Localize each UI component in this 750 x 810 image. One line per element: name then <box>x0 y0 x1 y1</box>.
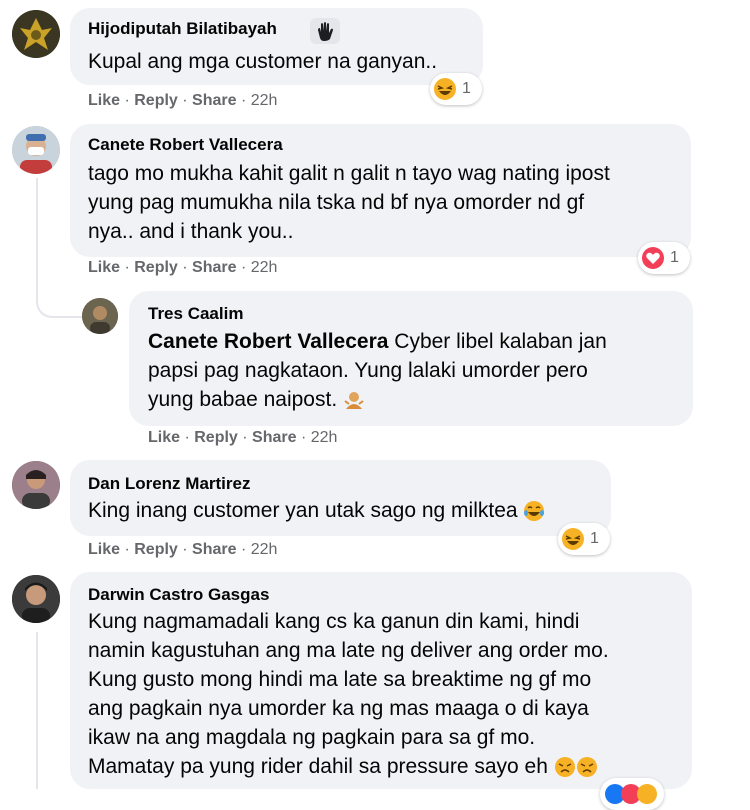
angry-emoji-icon <box>576 757 597 778</box>
reply-button[interactable]: Reply <box>134 259 178 276</box>
reaction-count: 1 <box>590 530 599 547</box>
comment-line: ang pagkain nya umorder ka ng mas maaga … <box>88 697 589 720</box>
avatar-person-icon <box>82 298 118 334</box>
comment-actions: Like · Reply · Share · 22h <box>148 429 338 446</box>
timestamp[interactable]: 22h <box>311 429 338 446</box>
avatar[interactable] <box>12 461 60 509</box>
avatar[interactable] <box>12 10 60 58</box>
like-button[interactable]: Like <box>88 92 120 109</box>
comment-line: yung babae naipost. <box>148 388 338 411</box>
comment-line: Kung gusto mong hindi ma late sa breakti… <box>88 668 592 691</box>
reaction-badge[interactable]: 1 <box>638 242 690 274</box>
comment-line: Kung nagmamadali kang cs ka ganun din ka… <box>88 610 580 633</box>
mention-link[interactable]: Canete Robert Vallecera <box>148 330 388 353</box>
laughing-emoji-icon <box>434 78 456 100</box>
comment-text: tago mo mukha kahit galit n galit n tayo… <box>88 159 610 246</box>
reply-button[interactable]: Reply <box>194 429 238 446</box>
comment-line: Mamatay pa yung rider dahil sa pressure … <box>88 755 548 778</box>
comment-author[interactable]: Darwin Castro Gasgas <box>88 585 269 605</box>
person-shrug-emoji-icon <box>344 392 364 410</box>
avatar[interactable] <box>12 126 60 174</box>
avatar[interactable] <box>12 575 60 623</box>
thread-line <box>36 178 38 296</box>
reply-button[interactable]: Reply <box>134 541 178 558</box>
share-button[interactable]: Share <box>192 259 236 276</box>
comment-line: King inang customer yan utak sago ng mil… <box>88 499 518 522</box>
share-button[interactable]: Share <box>252 429 296 446</box>
avatar-person-icon <box>12 126 60 174</box>
comment-actions: Like · Reply · Share · 22h <box>88 259 278 276</box>
comment-line: nya.. and i thank you.. <box>88 220 294 243</box>
comment-text: Canete Robert Vallecera Cyber libel kala… <box>148 327 607 414</box>
thread-curve <box>36 280 82 318</box>
reaction-count: 1 <box>670 249 679 266</box>
comment-author[interactable]: Hijodiputah Bilatibayah <box>88 19 277 39</box>
like-button[interactable]: Like <box>88 259 120 276</box>
avatar-person-icon <box>12 575 60 623</box>
comment-line: papsi pag nagkataon. Yung lalaki umorder… <box>148 359 588 382</box>
reaction-badge[interactable]: 1 <box>430 73 482 105</box>
like-button[interactable]: Like <box>88 541 120 558</box>
avatar-emblem-icon <box>12 10 60 58</box>
hand-badge-icon <box>310 18 340 44</box>
comment-line: tago mo mukha kahit galit n galit n tayo… <box>88 162 610 185</box>
laughing-emoji-icon <box>562 528 584 550</box>
reaction-stack-icon <box>605 784 657 804</box>
share-button[interactable]: Share <box>192 92 236 109</box>
comment-line: Kupal ang mga customer na ganyan.. <box>88 50 438 73</box>
comment-text: Kupal ang mga customer na ganyan.. <box>88 47 437 76</box>
share-button[interactable]: Share <box>192 541 236 558</box>
reaction-count: 1 <box>462 80 471 97</box>
reaction-badge[interactable]: 1 <box>558 523 610 555</box>
timestamp[interactable]: 22h <box>251 92 278 109</box>
avatar[interactable] <box>82 298 118 334</box>
comment-author[interactable]: Dan Lorenz Martirez <box>88 474 250 494</box>
like-button[interactable]: Like <box>148 429 180 446</box>
comment-line: Cyber libel kalaban jan <box>388 330 607 353</box>
comment-actions: Like · Reply · Share · 22h <box>88 92 278 109</box>
thread-line <box>36 632 38 789</box>
comment-actions: Like · Reply · Share · 22h <box>88 541 278 558</box>
reply-button[interactable]: Reply <box>134 92 178 109</box>
comment-author[interactable]: Tres Caalim <box>148 304 243 324</box>
comment-text: King inang customer yan utak sago ng mil… <box>88 496 545 525</box>
comment-author[interactable]: Canete Robert Vallecera <box>88 135 283 155</box>
tears-of-joy-emoji-icon <box>524 501 545 522</box>
comment-line: yung pag mumukha nila tska nd bf nya omo… <box>88 191 585 214</box>
comment-text: Kung nagmamadali kang cs ka ganun din ka… <box>88 607 609 781</box>
reaction-badge[interactable] <box>600 778 664 810</box>
timestamp[interactable]: 22h <box>251 259 278 276</box>
comment-line: ikaw na ang magdala ng pagkain para sa g… <box>88 726 536 749</box>
avatar-person-icon <box>12 461 60 509</box>
comment-line: namin kagustuhan ang ma late ng deliver … <box>88 639 609 662</box>
timestamp[interactable]: 22h <box>251 541 278 558</box>
angry-emoji-icon <box>554 757 575 778</box>
heart-icon <box>642 247 664 269</box>
